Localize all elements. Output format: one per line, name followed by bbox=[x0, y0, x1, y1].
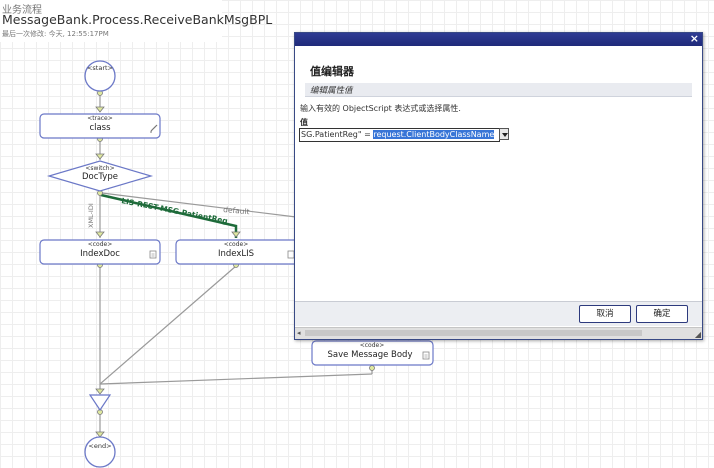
value-input-prefix: SG.PatientReg" = bbox=[301, 130, 374, 139]
connector-arrows bbox=[95, 106, 241, 438]
value-label: 值 bbox=[300, 118, 308, 127]
scroll-left-icon[interactable]: ◂ bbox=[297, 329, 301, 337]
code-type: <code> bbox=[88, 241, 113, 248]
document-icon bbox=[422, 351, 430, 360]
join-node[interactable] bbox=[88, 394, 112, 412]
trace-name: class bbox=[89, 123, 111, 133]
cancel-button[interactable]: 取消 bbox=[579, 305, 631, 323]
switch-type: <switch> bbox=[85, 165, 114, 172]
dialog-instruction: 输入有效的 ObjectScript 表达式或选择属性. bbox=[300, 104, 461, 113]
value-input[interactable]: SG.PatientReg" = request.ClientBodyClass… bbox=[299, 128, 500, 142]
value-editor-dialog: × 值编辑器 编辑属性值 输入有效的 ObjectScript 表达式或选择属性… bbox=[294, 32, 703, 340]
dialog-subtitle: 编辑属性值 bbox=[310, 86, 353, 96]
ok-button[interactable]: 确定 bbox=[636, 305, 688, 323]
end-label: <end> bbox=[88, 442, 111, 450]
dialog-footer: 取消 确定 bbox=[295, 301, 702, 326]
dialog-subtitle-bar: 编辑属性值 bbox=[305, 83, 692, 97]
document-icon bbox=[149, 250, 157, 259]
chevron-down-icon[interactable] bbox=[499, 128, 509, 140]
edge-label-default: default bbox=[223, 205, 250, 216]
code-name: Save Message Body bbox=[328, 350, 413, 360]
switch-name: DocType bbox=[82, 172, 118, 182]
code-type: <code> bbox=[360, 342, 385, 349]
close-icon[interactable]: × bbox=[690, 32, 699, 45]
edge-label-xml: XML-IDI bbox=[87, 203, 95, 228]
start-label: <start> bbox=[87, 64, 113, 72]
edge-label-lis: LIS-REST-MSG.PatientReg bbox=[121, 196, 229, 225]
code-name: IndexLIS bbox=[218, 249, 254, 259]
code-name: IndexDoc bbox=[80, 249, 120, 259]
value-input-selection: request.ClientBodyClassName bbox=[373, 130, 495, 139]
dialog-title: 值编辑器 bbox=[310, 65, 354, 78]
code-type: <code> bbox=[224, 241, 249, 248]
scrollbar-thumb[interactable] bbox=[305, 330, 642, 336]
horizontal-scrollbar[interactable]: ◂ ◢ bbox=[295, 327, 702, 339]
resize-grip-icon[interactable]: ◢ bbox=[695, 330, 701, 339]
dialog-titlebar[interactable]: × bbox=[295, 32, 702, 46]
trace-type: <trace> bbox=[87, 115, 113, 122]
